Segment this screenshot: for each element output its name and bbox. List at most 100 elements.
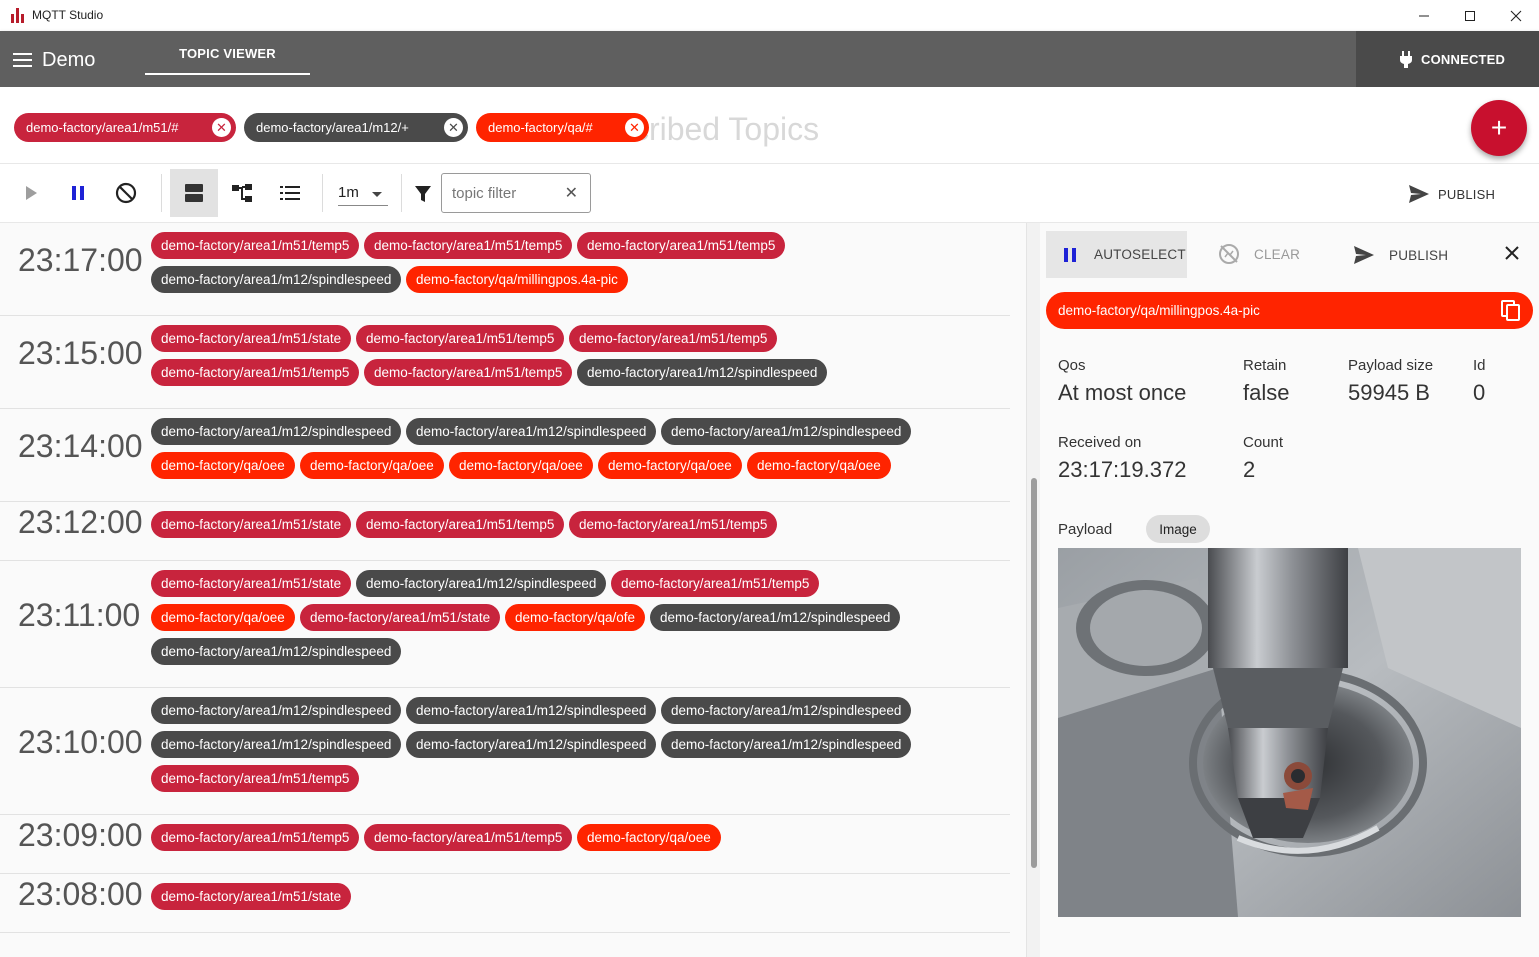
timeline-view-button[interactable]	[170, 169, 218, 217]
timeline-row: 23:11:00 demo-factory/area1/m51/state demo…	[0, 561, 1010, 688]
timeline-time: 23:15:00	[18, 334, 143, 371]
maximize-icon	[1465, 10, 1475, 21]
duration-select[interactable]: 1m	[338, 184, 388, 206]
topic-chip[interactable]: demo-factory/area1/m51/temp5	[364, 359, 573, 386]
autoselect-button[interactable]: AUTOSELECT	[1046, 231, 1187, 278]
timeline-row: 23:14:00 demo-factory/area1/m12/spindlesp…	[0, 409, 1010, 502]
topic-chip[interactable]: demo-factory/area1/m51/temp5	[151, 232, 360, 259]
timeline-time: 23:11:00	[18, 596, 141, 633]
topic-chip[interactable]: demo-factory/area1/m51/temp5	[577, 232, 786, 259]
topic-chip[interactable]: demo-factory/area1/m51/temp5	[151, 765, 360, 792]
timeline-time: 23:14:00	[18, 427, 143, 464]
hamburger-menu-icon[interactable]	[13, 53, 32, 67]
maximize-button[interactable]	[1447, 0, 1493, 31]
topic-chip[interactable]: demo-factory/area1/m51/state	[151, 883, 352, 910]
list-icon	[280, 186, 300, 200]
topic-chip[interactable]: demo-factory/area1/m51/state	[300, 604, 501, 631]
topic-chip[interactable]: demo-factory/area1/m12/spindlespeed	[151, 731, 402, 758]
topic-chip[interactable]: demo-factory/qa/oee	[577, 824, 721, 851]
count-value: 2	[1243, 457, 1256, 482]
topic-chip[interactable]: demo-factory/area1/m51/state	[151, 325, 352, 352]
timeline-scrollbar[interactable]	[1026, 223, 1040, 957]
topic-chip[interactable]: demo-factory/qa/oee	[598, 452, 742, 479]
topic-chip[interactable]: demo-factory/area1/m12/spindlespeed	[406, 697, 657, 724]
topic-chip[interactable]: demo-factory/qa/oee	[449, 452, 593, 479]
topic-chip[interactable]: demo-factory/area1/m12/spindlespeed	[356, 570, 607, 597]
topic-chip[interactable]: demo-factory/area1/m51/state	[151, 511, 352, 538]
topic-chip[interactable]: demo-factory/qa/oee	[151, 604, 295, 631]
tree-icon	[232, 184, 252, 202]
topic-chip[interactable]: demo-factory/area1/m51/temp5	[364, 824, 573, 851]
view-agenda-icon	[185, 184, 203, 202]
topic-chip[interactable]: demo-factory/qa/oee	[747, 452, 891, 479]
topic-chip[interactable]: demo-factory/area1/m12/spindlespeed	[661, 697, 912, 724]
close-window-button[interactable]	[1493, 0, 1539, 31]
topic-chip[interactable]: demo-factory/qa/ofe	[505, 604, 646, 631]
pause-button[interactable]	[54, 169, 102, 217]
topic-chip[interactable]: demo-factory/area1/m51/temp5	[569, 325, 778, 352]
payload-image	[1058, 548, 1521, 917]
subscribed-topics-bar: Subscribed Topics demo-factory/area1/m51…	[0, 87, 1539, 164]
topic-chip[interactable]: demo-factory/qa/millingpos.4a-pic	[406, 266, 628, 293]
received-on-label: Received on	[1058, 434, 1142, 451]
timeline-row: 23:15:00 demo-factory/area1/m51/state demo…	[0, 316, 1010, 409]
retain-value: false	[1243, 380, 1290, 405]
minimize-button[interactable]	[1401, 0, 1447, 31]
duration-value: 1m	[338, 184, 359, 201]
payload-type-chip[interactable]: Image	[1146, 515, 1210, 543]
topic-chip[interactable]: demo-factory/area1/m12/spindlespeed	[650, 604, 901, 631]
subscription-chip[interactable]: demo-factory/area1/m12/+ ✕	[244, 113, 468, 142]
subscription-chip[interactable]: demo-factory/area1/m51/# ✕	[14, 113, 236, 142]
connection-name: Demo	[42, 49, 96, 71]
clear-timeline-button[interactable]	[102, 169, 150, 217]
tab-topic-viewer[interactable]: TOPIC VIEWER	[145, 31, 310, 75]
pause-icon	[72, 186, 84, 200]
topic-chip[interactable]: demo-factory/area1/m51/temp5	[611, 570, 820, 597]
remove-subscription-icon[interactable]: ✕	[212, 118, 231, 137]
connection-status-button[interactable]: CONNECTED	[1356, 31, 1539, 87]
chevron-down-icon	[372, 192, 382, 197]
subscription-chip[interactable]: demo-factory/qa/# ✕	[476, 113, 649, 142]
topic-chip[interactable]: demo-factory/area1/m12/spindlespeed	[151, 697, 402, 724]
topic-chip[interactable]: demo-factory/area1/m51/temp5	[151, 824, 360, 851]
topic-filter-input[interactable]	[452, 183, 562, 203]
timeline-row: 23:10:00 demo-factory/area1/m12/spindlesp…	[0, 688, 1010, 815]
window-title: MQTT Studio	[32, 8, 104, 22]
topic-chip[interactable]: demo-factory/qa/oee	[151, 452, 295, 479]
topic-chip[interactable]: demo-factory/area1/m12/spindlespeed	[151, 638, 402, 665]
topic-chip[interactable]: demo-factory/area1/m51/temp5	[356, 511, 565, 538]
remove-subscription-icon[interactable]: ✕	[625, 118, 644, 137]
topic-chip[interactable]: demo-factory/area1/m51/state	[151, 570, 352, 597]
clear-button[interactable]: CLEAR	[1218, 243, 1300, 265]
topic-chip[interactable]: demo-factory/area1/m12/spindlespeed	[406, 731, 657, 758]
topic-chip[interactable]: demo-factory/area1/m51/temp5	[364, 232, 573, 259]
topic-chip[interactable]: demo-factory/area1/m12/spindlespeed	[661, 418, 912, 445]
app-bar: Demo TOPIC VIEWER CONNECTED	[0, 31, 1539, 87]
close-detail-button[interactable]	[1504, 245, 1520, 266]
topic-chip[interactable]: demo-factory/area1/m51/temp5	[151, 359, 360, 386]
topic-chip[interactable]: demo-factory/area1/m12/spindlespeed	[406, 418, 657, 445]
id-value: 0	[1473, 380, 1486, 405]
filter-icon	[415, 186, 431, 202]
add-subscription-button[interactable]: +	[1471, 100, 1527, 156]
retain-label: Retain	[1243, 357, 1287, 374]
topic-filter-field[interactable]: ✕	[441, 173, 591, 213]
publish-button[interactable]: PUBLISH	[1408, 182, 1495, 206]
scrollbar-thumb[interactable]	[1031, 478, 1037, 868]
remove-subscription-icon[interactable]: ✕	[444, 118, 463, 137]
detail-publish-button[interactable]: PUBLISH	[1353, 245, 1448, 265]
topic-chip[interactable]: demo-factory/area1/m51/temp5	[569, 511, 778, 538]
topic-chip[interactable]: demo-factory/qa/oee	[300, 452, 444, 479]
list-view-button[interactable]	[266, 169, 314, 217]
tree-view-button[interactable]	[218, 169, 266, 217]
copy-icon[interactable]	[1501, 300, 1521, 322]
topic-chip[interactable]: demo-factory/area1/m12/spindlespeed	[577, 359, 828, 386]
topic-chip[interactable]: demo-factory/area1/m12/spindlespeed	[151, 266, 402, 293]
qos-label: Qos	[1058, 357, 1086, 374]
topic-chip[interactable]: demo-factory/area1/m51/temp5	[356, 325, 565, 352]
topic-chip[interactable]: demo-factory/area1/m12/spindlespeed	[661, 731, 912, 758]
topic-chip[interactable]: demo-factory/area1/m12/spindlespeed	[151, 418, 402, 445]
play-button[interactable]	[7, 169, 55, 217]
selected-topic: demo-factory/qa/millingpos.4a-pic	[1046, 292, 1533, 329]
clear-filter-icon[interactable]: ✕	[565, 183, 578, 203]
